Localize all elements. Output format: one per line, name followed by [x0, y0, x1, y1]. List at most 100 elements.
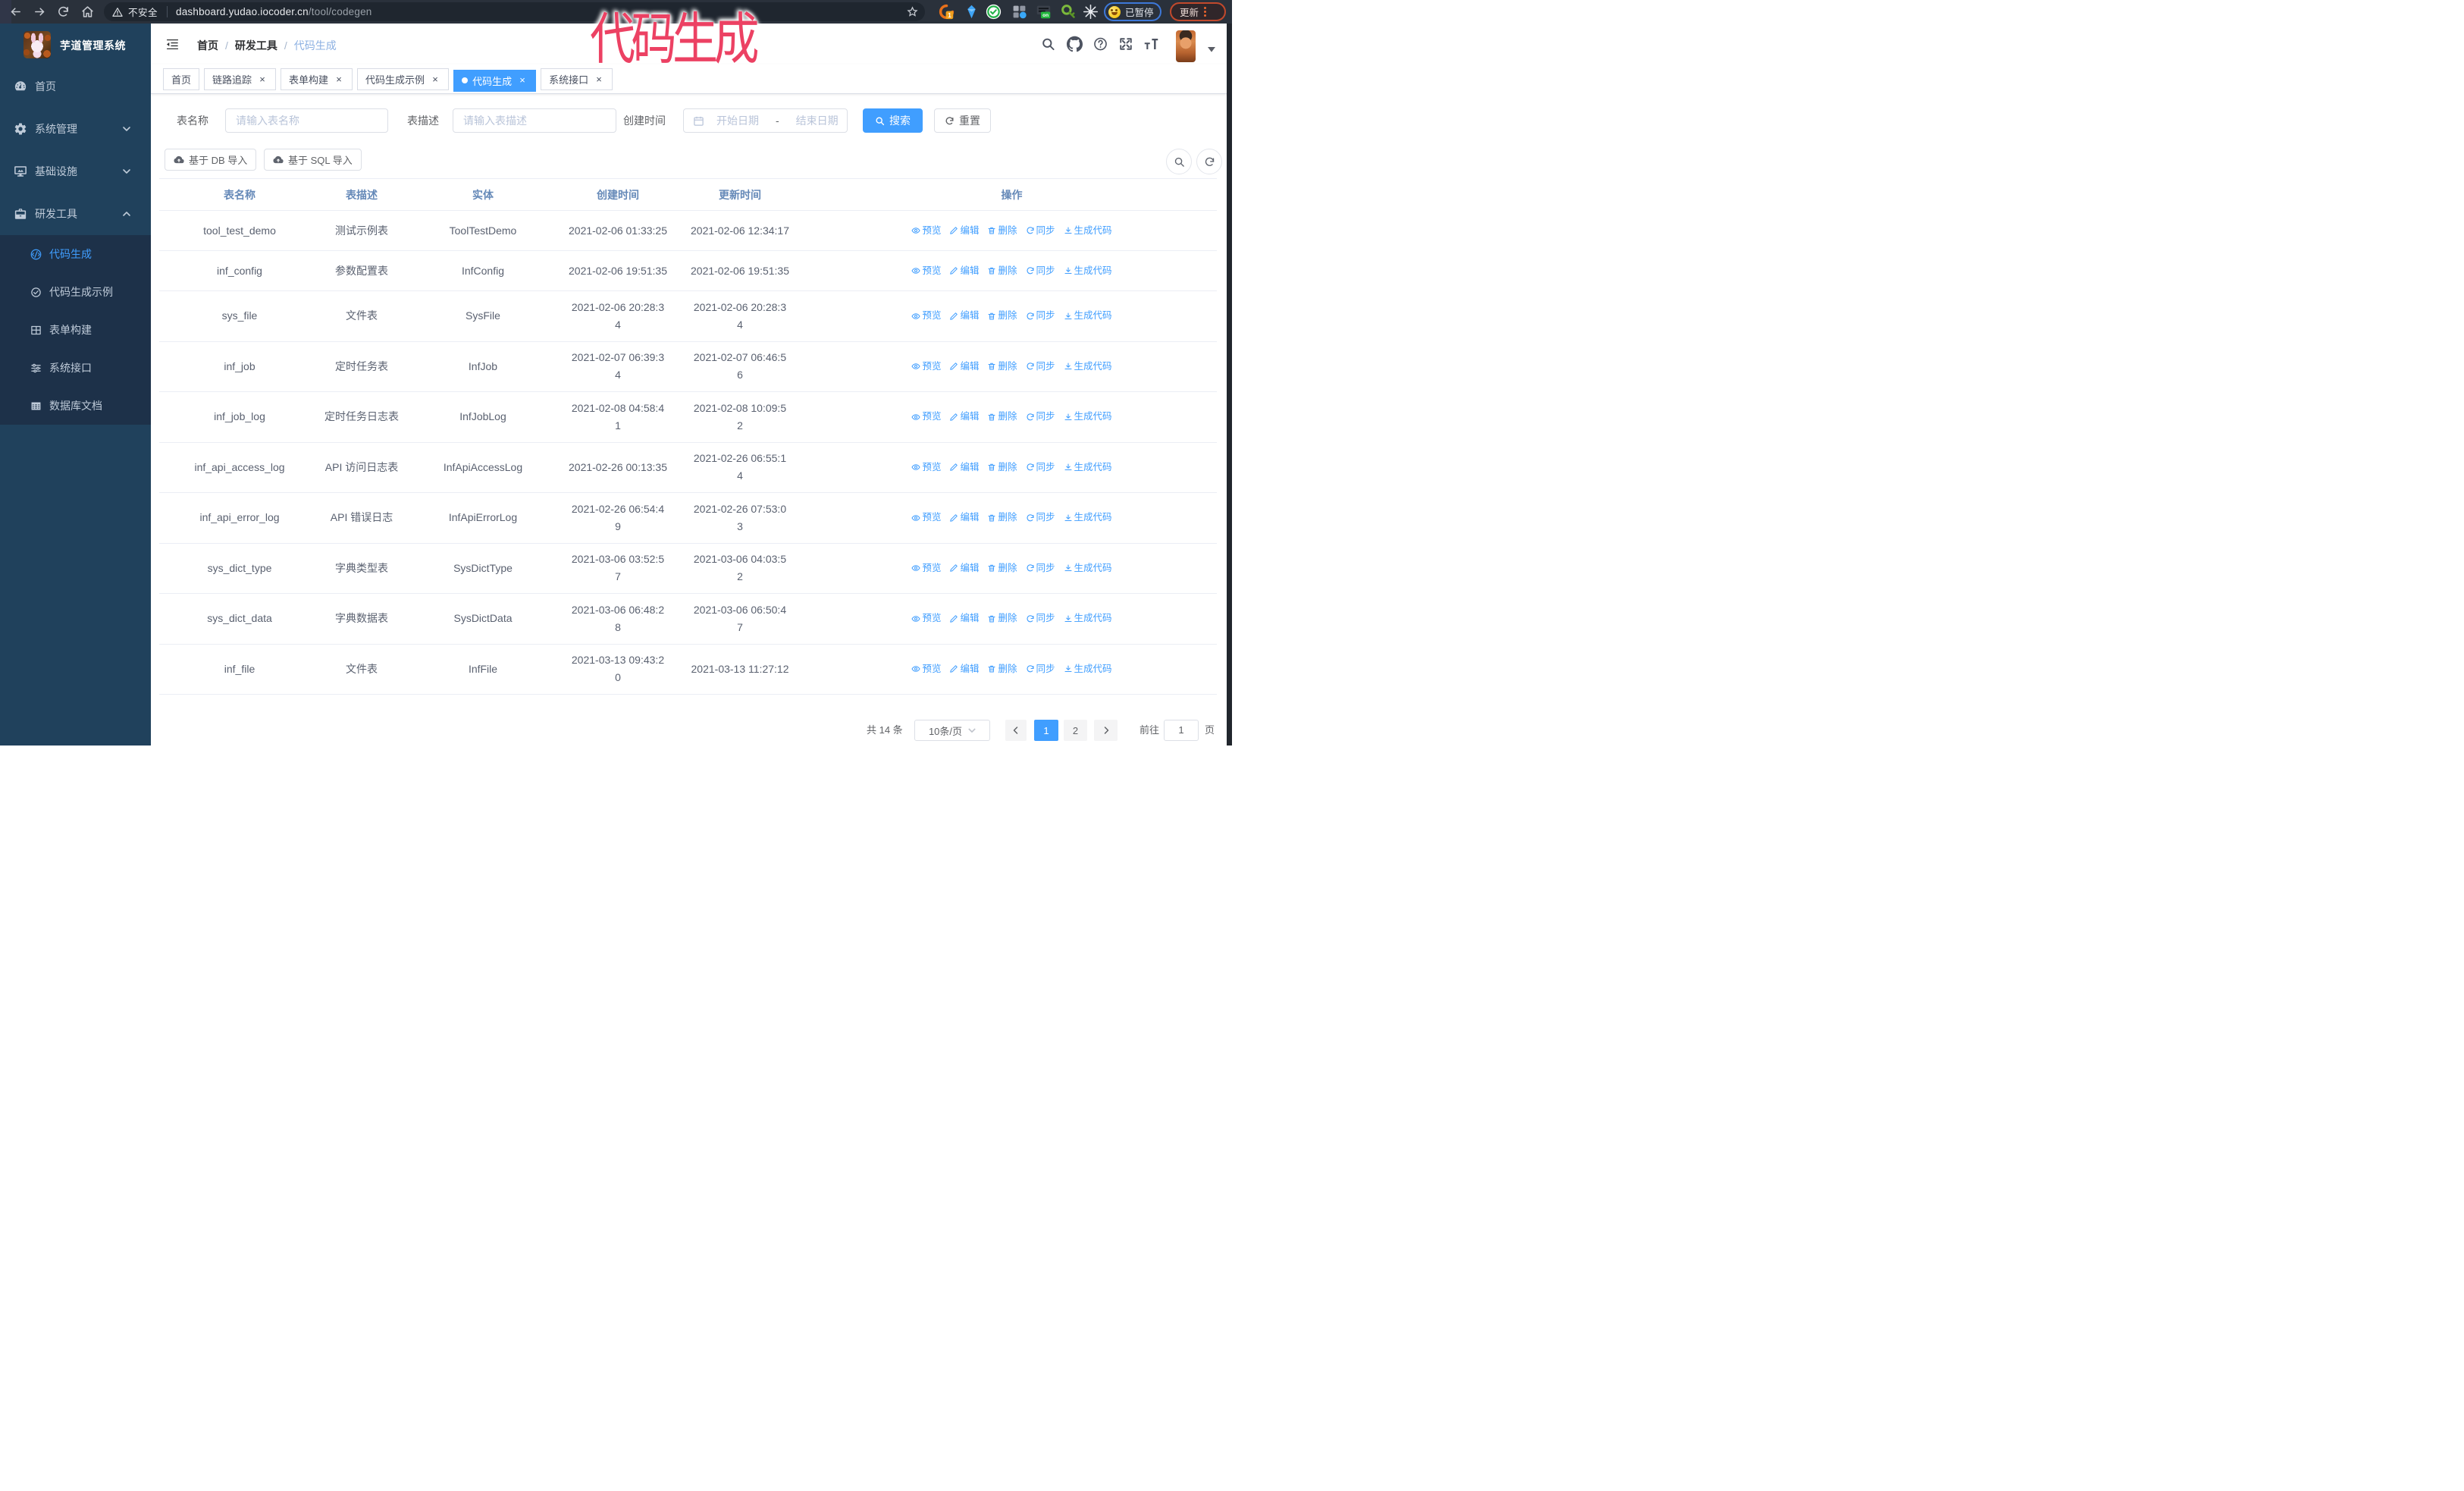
row-action-sync[interactable]: 同步: [1026, 509, 1055, 526]
sidebar-subitem-0[interactable]: 代码生成: [0, 235, 151, 273]
row-action-eye[interactable]: 预览: [911, 262, 941, 280]
insecure-label[interactable]: 不安全: [128, 5, 158, 19]
sidebar-logo-row[interactable]: 芋道管理系统: [0, 24, 151, 65]
row-action-delete[interactable]: 删除: [987, 509, 1017, 526]
row-action-edit[interactable]: 编辑: [949, 509, 979, 526]
ext-orange-circle-icon[interactable]: 1: [939, 4, 955, 20]
tab-close-icon[interactable]: ×: [257, 74, 268, 85]
sidebar-subitem-1[interactable]: 代码生成示例: [0, 273, 151, 311]
sidebar-subitem-3[interactable]: 系统接口: [0, 349, 151, 387]
ext-on-badge-icon[interactable]: on: [1036, 4, 1052, 20]
row-action-eye[interactable]: 预览: [911, 610, 941, 627]
row-action-download[interactable]: 生成代码: [1064, 222, 1112, 240]
refresh-table-button[interactable]: [1196, 149, 1222, 174]
row-action-sync[interactable]: 同步: [1026, 222, 1055, 240]
row-action-edit[interactable]: 编辑: [949, 307, 979, 325]
sql-import-button[interactable]: 基于 SQL 导入: [264, 149, 362, 171]
sidebar-fold-icon[interactable]: [165, 37, 180, 52]
row-action-sync[interactable]: 同步: [1026, 307, 1055, 325]
row-action-eye[interactable]: 预览: [911, 509, 941, 526]
row-action-download[interactable]: 生成代码: [1064, 459, 1112, 476]
tab-1[interactable]: 链路追踪 ×: [204, 68, 277, 90]
row-action-delete[interactable]: 删除: [987, 358, 1017, 375]
tab-close-icon[interactable]: ×: [517, 75, 528, 86]
page-size-select[interactable]: 10条/页: [914, 720, 990, 741]
row-action-edit[interactable]: 编辑: [949, 408, 979, 425]
row-action-delete[interactable]: 删除: [987, 222, 1017, 240]
row-action-delete[interactable]: 删除: [987, 262, 1017, 280]
row-action-delete[interactable]: 删除: [987, 459, 1017, 476]
row-action-sync[interactable]: 同步: [1026, 459, 1055, 476]
row-action-edit[interactable]: 编辑: [949, 661, 979, 678]
row-action-edit[interactable]: 编辑: [949, 358, 979, 375]
tab-0[interactable]: 首页: [163, 68, 200, 90]
row-action-sync[interactable]: 同步: [1026, 358, 1055, 375]
row-action-sync[interactable]: 同步: [1026, 661, 1055, 678]
page-2-button[interactable]: 2: [1064, 720, 1087, 741]
sidebar-subitem-2[interactable]: 表单构建: [0, 311, 151, 349]
row-action-download[interactable]: 生成代码: [1064, 661, 1112, 678]
breadcrumb-item-1[interactable]: 研发工具: [235, 38, 277, 53]
browser-menu-dots-icon[interactable]: [1204, 7, 1207, 17]
row-action-eye[interactable]: 预览: [911, 222, 941, 240]
next-page-button[interactable]: [1094, 720, 1118, 741]
goto-page-input[interactable]: 1: [1164, 720, 1199, 741]
row-action-delete[interactable]: 删除: [987, 408, 1017, 425]
date-range-input[interactable]: 开始日期 - 结束日期: [683, 108, 848, 133]
sidebar-item-3[interactable]: 研发工具: [0, 193, 151, 235]
tab-close-icon[interactable]: ×: [334, 74, 344, 85]
sidebar-item-2[interactable]: 基础设施: [0, 150, 151, 193]
row-action-edit[interactable]: 编辑: [949, 560, 979, 577]
row-action-eye[interactable]: 预览: [911, 408, 941, 425]
db-import-button[interactable]: 基于 DB 导入: [165, 149, 257, 171]
font-size-icon[interactable]: [1143, 36, 1160, 52]
row-action-sync[interactable]: 同步: [1026, 610, 1055, 627]
row-action-eye[interactable]: 预览: [911, 358, 941, 375]
ext-green-circle-icon[interactable]: [986, 4, 1002, 20]
browser-update-pill[interactable]: 更新: [1170, 2, 1226, 21]
bookmark-star-icon[interactable]: [907, 6, 918, 17]
ext-squares-icon[interactable]: [1011, 4, 1027, 20]
row-action-sync[interactable]: 同步: [1026, 262, 1055, 280]
row-action-download[interactable]: 生成代码: [1064, 509, 1112, 526]
sidebar-item-1[interactable]: 系统管理: [0, 108, 151, 150]
sidebar-subitem-4[interactable]: 数据库文档: [0, 387, 151, 425]
tab-close-icon[interactable]: ×: [594, 74, 604, 85]
ext-blue-gem-icon[interactable]: [964, 4, 980, 20]
ext-snowflake-icon[interactable]: [1083, 4, 1099, 20]
page-1-button[interactable]: 1: [1034, 720, 1058, 741]
user-menu-caret-icon[interactable]: [1208, 42, 1215, 52]
row-action-download[interactable]: 生成代码: [1064, 307, 1112, 325]
extension-paused-pill[interactable]: 已暂停: [1104, 2, 1161, 21]
row-action-delete[interactable]: 删除: [987, 610, 1017, 627]
search-button[interactable]: 搜索: [863, 108, 923, 133]
fullscreen-icon[interactable]: [1119, 37, 1133, 51]
row-action-edit[interactable]: 编辑: [949, 459, 979, 476]
breadcrumb-item-0[interactable]: 首页: [197, 38, 218, 53]
row-action-eye[interactable]: 预览: [911, 661, 941, 678]
row-action-download[interactable]: 生成代码: [1064, 408, 1112, 425]
window-scrollbar[interactable]: [1227, 24, 1232, 746]
user-avatar[interactable]: [1176, 30, 1196, 62]
row-action-edit[interactable]: 编辑: [949, 222, 979, 240]
row-action-sync[interactable]: 同步: [1026, 560, 1055, 577]
reset-button[interactable]: 重置: [934, 108, 991, 133]
row-action-eye[interactable]: 预览: [911, 560, 941, 577]
toggle-search-button[interactable]: [1166, 149, 1192, 174]
prev-page-button[interactable]: [1005, 720, 1027, 741]
tab-2[interactable]: 表单构建 ×: [281, 68, 353, 90]
row-action-sync[interactable]: 同步: [1026, 408, 1055, 425]
github-icon[interactable]: [1067, 36, 1083, 52]
row-action-download[interactable]: 生成代码: [1064, 610, 1112, 627]
tab-close-icon[interactable]: ×: [430, 74, 440, 85]
row-action-edit[interactable]: 编辑: [949, 610, 979, 627]
header-search-icon[interactable]: [1041, 37, 1055, 52]
tab-3[interactable]: 代码生成示例 ×: [357, 68, 450, 90]
table-name-input[interactable]: 请输入表名称: [225, 108, 388, 133]
browser-back-icon[interactable]: [9, 5, 22, 18]
row-action-edit[interactable]: 编辑: [949, 262, 979, 280]
url-bar[interactable]: 不安全 dashboard.yudao.iocoder.cn/tool/code…: [104, 2, 925, 21]
table-desc-input[interactable]: 请输入表描述: [453, 108, 616, 133]
row-action-download[interactable]: 生成代码: [1064, 560, 1112, 577]
browser-forward-icon[interactable]: [33, 5, 46, 18]
